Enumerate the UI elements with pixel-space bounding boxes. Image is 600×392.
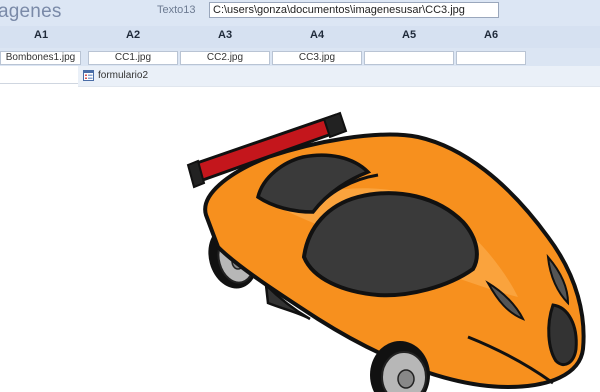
column-header-a5: A5 (402, 29, 417, 41)
cell-a5[interactable] (364, 51, 454, 65)
cell-a2[interactable]: CC1.jpg (88, 51, 178, 65)
column-header-a6: A6 (484, 29, 499, 41)
left-panel-divider (0, 83, 78, 84)
column-header-a2: A2 (126, 29, 141, 41)
cell-a1[interactable]: Bombones1.jpg (0, 51, 81, 65)
filename-row: Bombones1.jpg CC1.jpg CC2.jpg CC3.jpg (0, 48, 600, 66)
car-image (186, 111, 586, 392)
form-title: agenes (0, 1, 62, 22)
cell-a4[interactable]: CC3.jpg (272, 51, 362, 65)
texto13-field[interactable]: C:\users\gonza\documentos\imagenesusar\C… (209, 2, 499, 18)
column-header-a3: A3 (218, 29, 233, 41)
cell-a3[interactable]: CC2.jpg (180, 51, 270, 65)
texto13-label: Texto13 (157, 4, 196, 16)
subform-window: formulario2 (78, 66, 600, 392)
column-header-a1: A1 (34, 29, 49, 41)
cell-a6[interactable] (456, 51, 526, 65)
column-headers: A1 A2 A3 A4 A5 A6 (0, 26, 600, 48)
left-panel (0, 66, 79, 392)
subform-titlebar[interactable]: formulario2 (78, 66, 600, 87)
header-bar: agenes Texto13 C:\users\gonza\documentos… (0, 0, 600, 26)
subform-title: formulario2 (98, 70, 149, 81)
column-header-a4: A4 (310, 29, 325, 41)
form-icon (83, 70, 94, 81)
